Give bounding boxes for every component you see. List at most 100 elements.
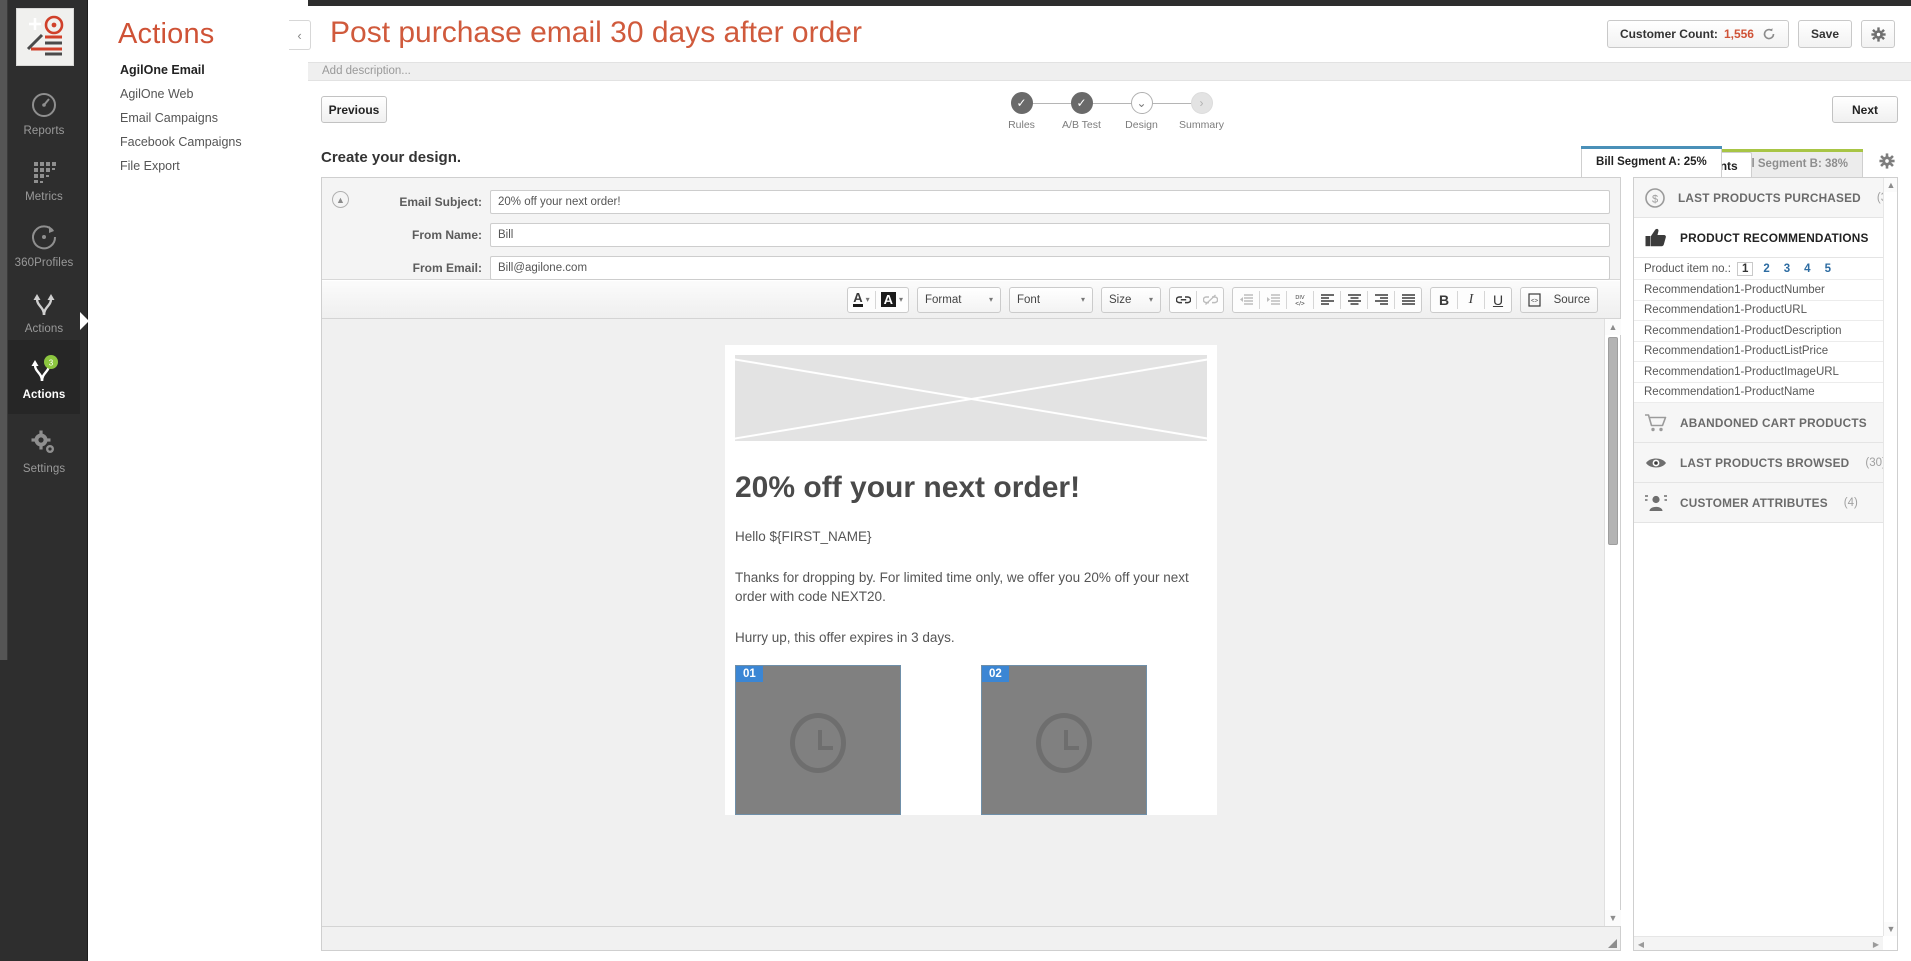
branch-badge-icon: 3 <box>29 354 59 384</box>
scroll-right-arrow-icon[interactable]: ▶ <box>1869 937 1883 950</box>
segment-settings-button[interactable] <box>1877 151 1897 171</box>
description-row[interactable]: Add description... <box>308 62 1911 81</box>
from-name-input[interactable] <box>490 223 1610 247</box>
product-item-pager: Product item no.: 1 2 3 4 5 <box>1634 258 1883 280</box>
resize-handle[interactable] <box>1608 939 1617 948</box>
remove-link-button[interactable] <box>1197 288 1223 312</box>
grid-icon <box>29 156 59 186</box>
wizard-step-label: A/B Test <box>1062 119 1101 131</box>
wizard-step-rules[interactable]: ✓ Rules <box>995 92 1049 131</box>
text-color-button[interactable]: A ▾ <box>848 288 874 312</box>
list-item[interactable]: Recommendation1-ProductName <box>1634 382 1883 403</box>
next-button[interactable]: Next <box>1832 96 1898 123</box>
wizard-step-summary[interactable]: › Summary <box>1175 92 1229 131</box>
outdent-button[interactable] <box>1233 288 1259 312</box>
wizard-step-design[interactable]: ⌄ Design <box>1115 92 1169 131</box>
svg-text:3: 3 <box>49 358 54 367</box>
scrollbar-thumb[interactable] <box>1608 337 1618 545</box>
from-email-input[interactable] <box>490 256 1610 280</box>
color-button-group: A ▾ A ▾ <box>847 286 909 313</box>
italic-button[interactable]: I <box>1458 288 1484 312</box>
font-select[interactable]: Font ▾ <box>1009 286 1093 313</box>
customer-count-label: Customer Count: <box>1619 27 1718 41</box>
section-last-products-browsed[interactable]: LAST PRODUCTS BROWSED (30) <box>1634 443 1883 483</box>
page-title: Post purchase email 30 days after order <box>330 16 862 49</box>
sidebar-item-actions-active[interactable]: 3 Actions <box>8 340 80 414</box>
editor-vertical-scrollbar[interactable]: ▲ ▼ <box>1604 319 1621 926</box>
app-logo[interactable] <box>16 8 74 66</box>
format-select[interactable]: Format ▾ <box>917 286 1001 313</box>
align-left-button[interactable] <box>1314 288 1340 312</box>
scroll-up-arrow-icon[interactable]: ▲ <box>1605 319 1621 335</box>
div-container-button[interactable]: DIV </> <box>1287 288 1313 312</box>
section-product-recommendations[interactable]: PRODUCT RECOMMENDATIONS (30 <box>1634 218 1883 258</box>
list-item[interactable]: Recommendation1-ProductImageURL <box>1634 362 1883 383</box>
nav-item-facebook-campaigns[interactable]: Facebook Campaigns <box>120 135 242 149</box>
sidebar-item-label: Actions <box>22 388 66 401</box>
email-sheet: 20% off your next order! Hello ${FIRST_N… <box>725 345 1217 815</box>
field-row-from-name: From Name: <box>322 223 1610 247</box>
underline-button[interactable]: U <box>1485 288 1511 312</box>
align-right-button[interactable] <box>1368 288 1394 312</box>
align-center-button[interactable] <box>1341 288 1367 312</box>
sidebar-item-label: Settings <box>22 462 66 475</box>
sidebar-item-360profiles[interactable]: 360Profiles <box>8 208 80 282</box>
previous-button[interactable]: Previous <box>321 96 387 123</box>
align-justify-icon <box>1401 293 1416 306</box>
section-abandoned-cart-products[interactable]: ABANDONED CART PRODUCTS (30) <box>1634 403 1883 443</box>
wizard-stepper: ✓ Rules ✓ A/B Test ⌄ Design › Summary <box>995 92 1225 138</box>
list-item[interactable]: Recommendation1-ProductURL <box>1634 300 1883 321</box>
source-label: Source <box>1553 293 1590 306</box>
insert-link-button[interactable] <box>1170 288 1196 312</box>
sidebar-item-actions[interactable]: Actions <box>8 274 80 348</box>
sidebar-item-label: Reports <box>23 124 65 137</box>
email-preview-canvas[interactable]: 20% off your next order! Hello ${FIRST_N… <box>322 319 1620 926</box>
indent-button[interactable] <box>1260 288 1286 312</box>
product-tile[interactable]: 01 <box>735 665 901 815</box>
nav-collapse-toggle[interactable]: ‹ <box>289 20 311 50</box>
wizard-step-ab-test[interactable]: ✓ A/B Test <box>1055 92 1109 131</box>
scroll-down-arrow-icon[interactable]: ▼ <box>1884 922 1897 936</box>
sidebar-item-metrics[interactable]: Metrics <box>8 142 80 216</box>
page-1[interactable]: 1 <box>1736 261 1754 276</box>
smart-elements-horizontal-scrollbar[interactable]: ◀ ▶ <box>1634 936 1883 950</box>
chevron-right-icon: › <box>1190 92 1213 114</box>
refresh-icon[interactable] <box>1762 27 1776 41</box>
nav-item-agilone-email[interactable]: AgilOne Email <box>120 63 205 77</box>
size-select[interactable]: Size ▾ <box>1101 286 1161 313</box>
source-button[interactable]: <> Source <box>1520 286 1598 313</box>
scroll-up-arrow-icon[interactable]: ▲ <box>1884 178 1897 192</box>
email-subject-input[interactable] <box>490 190 1610 214</box>
sidebar-item-settings[interactable]: Settings <box>8 414 80 488</box>
nav-item-file-export[interactable]: File Export <box>120 159 180 173</box>
product-tile[interactable]: 02 <box>981 665 1147 815</box>
section-last-products-purchased[interactable]: $ LAST PRODUCTS PURCHASED (30) <box>1634 178 1883 218</box>
list-item[interactable]: Recommendation1-ProductNumber <box>1634 280 1883 301</box>
scroll-left-arrow-icon[interactable]: ◀ <box>1634 937 1648 950</box>
editor-footer-bar <box>322 926 1620 950</box>
nav-item-agilone-web[interactable]: AgilOne Web <box>120 87 193 101</box>
sidebar-item-reports[interactable]: Reports <box>8 76 80 150</box>
tab-segment-a[interactable]: Bill Segment A: 25% <box>1581 146 1722 177</box>
page-5[interactable]: 5 <box>1821 263 1835 275</box>
customer-count-badge[interactable]: Customer Count: 1,556 <box>1606 20 1789 48</box>
page-2[interactable]: 2 <box>1759 263 1773 275</box>
list-item[interactable]: Recommendation1-ProductDescription <box>1634 321 1883 342</box>
page-4[interactable]: 4 <box>1800 263 1814 275</box>
nav-item-email-campaigns[interactable]: Email Campaigns <box>120 111 218 125</box>
list-item[interactable]: Recommendation1-ProductListPrice <box>1634 341 1883 362</box>
header-settings-button[interactable] <box>1861 20 1895 48</box>
gauge-icon <box>29 90 59 120</box>
section-customer-attributes[interactable]: CUSTOMER ATTRIBUTES (4) <box>1634 483 1883 523</box>
scroll-down-arrow-icon[interactable]: ▼ <box>1605 910 1621 926</box>
chevron-down-icon: ⌄ <box>1130 92 1153 114</box>
smart-elements-vertical-scrollbar[interactable]: ▲ ▼ <box>1883 178 1897 936</box>
save-button[interactable]: Save <box>1797 20 1852 48</box>
background-color-button[interactable]: A ▾ <box>876 288 908 312</box>
align-justify-button[interactable] <box>1395 288 1421 312</box>
product-tile-number: 01 <box>736 666 763 682</box>
indent-icon <box>1266 293 1281 306</box>
text-style-group: B I U <box>1430 286 1512 313</box>
page-3[interactable]: 3 <box>1780 263 1794 275</box>
bold-button[interactable]: B <box>1431 288 1457 312</box>
